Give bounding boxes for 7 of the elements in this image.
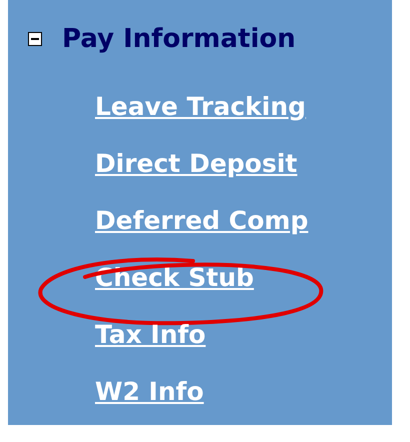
nav-link[interactable]: Direct Deposit xyxy=(95,149,298,178)
nav-link[interactable]: Deferred Comp xyxy=(95,206,308,235)
nav-link[interactable]: Leave Tracking xyxy=(95,92,306,121)
nav-link[interactable]: W2 Info xyxy=(95,377,204,406)
section-title: Pay Information xyxy=(62,24,296,54)
collapse-icon[interactable] xyxy=(28,32,42,46)
nav-link[interactable]: Tax Info xyxy=(95,320,206,349)
